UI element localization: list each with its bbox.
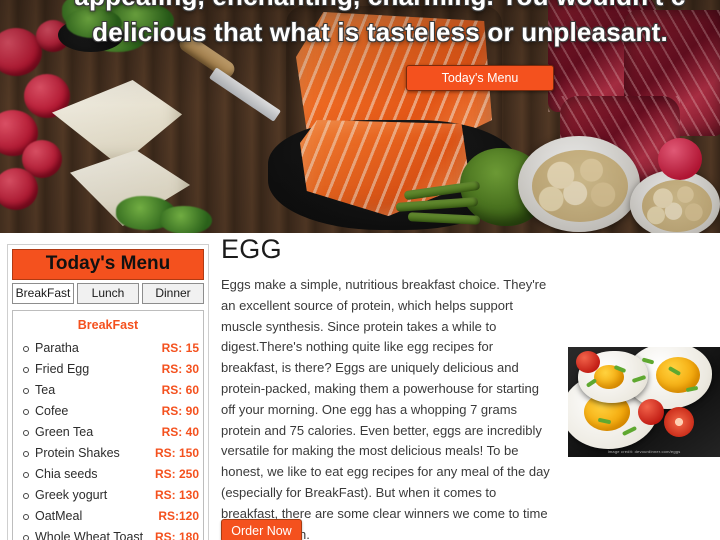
list-item[interactable]: Chia seeds RS: 250	[17, 464, 199, 485]
list-item[interactable]: Green Tea RS: 40	[17, 422, 199, 443]
list-item[interactable]: Whole Wheat Toast RS: 180	[17, 527, 199, 540]
bullet-icon	[23, 388, 29, 394]
item-price: RS: 90	[161, 404, 199, 418]
item-price: RS: 180	[154, 530, 199, 540]
item-price: RS: 15	[161, 341, 199, 355]
bullet-icon	[23, 514, 29, 520]
hero-headline: appealing, enchanting, charming. You wou…	[0, 0, 720, 50]
fried-eggs-photo: Image credit: devourdinner.com/eggs	[568, 347, 720, 457]
hero-headline-line1: appealing, enchanting, charming. You wou…	[74, 0, 685, 11]
item-price: RS: 130	[154, 488, 199, 502]
bullet-icon	[23, 430, 29, 436]
bullet-icon	[23, 535, 29, 540]
breakfast-item-list: Paratha RS: 15 Fried Egg RS: 30 Tea RS: 60 …	[17, 338, 199, 540]
item-name: Cofee	[35, 404, 69, 418]
hero-banner: appealing, enchanting, charming. You wou…	[0, 0, 720, 233]
todays-menu-button[interactable]: Today's Menu	[406, 65, 554, 91]
breakfast-panel: BreakFast Paratha RS: 15 Fried Egg RS: 30 …	[12, 310, 204, 540]
menu-tabs: BreakFast Lunch Dinner	[12, 283, 204, 304]
list-item[interactable]: OatMeal RS:120	[17, 506, 199, 527]
item-price: RS: 150	[154, 446, 199, 460]
item-name: Greek yogurt	[35, 488, 108, 502]
item-price: RS: 60	[161, 383, 199, 397]
list-item[interactable]: Paratha RS: 15	[17, 338, 199, 359]
item-name: Green Tea	[35, 425, 94, 439]
item-name: Chia seeds	[35, 467, 98, 481]
list-item[interactable]: Protein Shakes RS: 150	[17, 443, 199, 464]
item-name: Whole Wheat Toast	[35, 530, 144, 540]
bullet-icon	[23, 493, 29, 499]
list-item[interactable]: Tea RS: 60	[17, 380, 199, 401]
photo-caption: Image credit: devourdinner.com/eggs	[607, 449, 681, 454]
item-name: Tea	[35, 383, 56, 397]
menu-card-title: Today's Menu	[12, 249, 204, 280]
bullet-icon	[23, 367, 29, 373]
item-name: Paratha	[35, 341, 79, 355]
bullet-icon	[23, 409, 29, 415]
bullet-icon	[23, 346, 29, 352]
list-item[interactable]: Greek yogurt RS: 130	[17, 485, 199, 506]
item-name: OatMeal	[35, 509, 83, 523]
page-title: EGG	[221, 234, 282, 264]
item-price: RS: 250	[154, 467, 199, 481]
bullet-icon	[23, 472, 29, 478]
list-item[interactable]: Fried Egg RS: 30	[17, 359, 199, 380]
breakfast-section-title: BreakFast	[77, 318, 139, 332]
article-section: EGG Eggs make a simple, nutritious break…	[221, 232, 551, 540]
order-now-button[interactable]: Order Now	[221, 519, 302, 540]
item-price: RS:120	[158, 509, 199, 523]
item-price: RS: 40	[161, 425, 199, 439]
bullet-icon	[23, 451, 29, 457]
tab-dinner[interactable]: Dinner	[142, 283, 204, 304]
tab-breakfast[interactable]: BreakFast	[12, 283, 74, 304]
hero-headline-line2: delicious that what is tasteless or unpl…	[92, 17, 668, 47]
item-name: Fried Egg	[35, 362, 90, 376]
article-body: Eggs make a simple, nutritious breakfast…	[221, 277, 550, 540]
todays-menu-card: Today's Menu BreakFast Lunch Dinner Brea…	[7, 244, 209, 540]
list-item[interactable]: Cofee RS: 90	[17, 401, 199, 422]
item-price: RS: 30	[161, 362, 199, 376]
tab-lunch[interactable]: Lunch	[77, 283, 139, 304]
item-name: Protein Shakes	[35, 446, 120, 460]
page-root: appealing, enchanting, charming. You wou…	[0, 0, 720, 540]
